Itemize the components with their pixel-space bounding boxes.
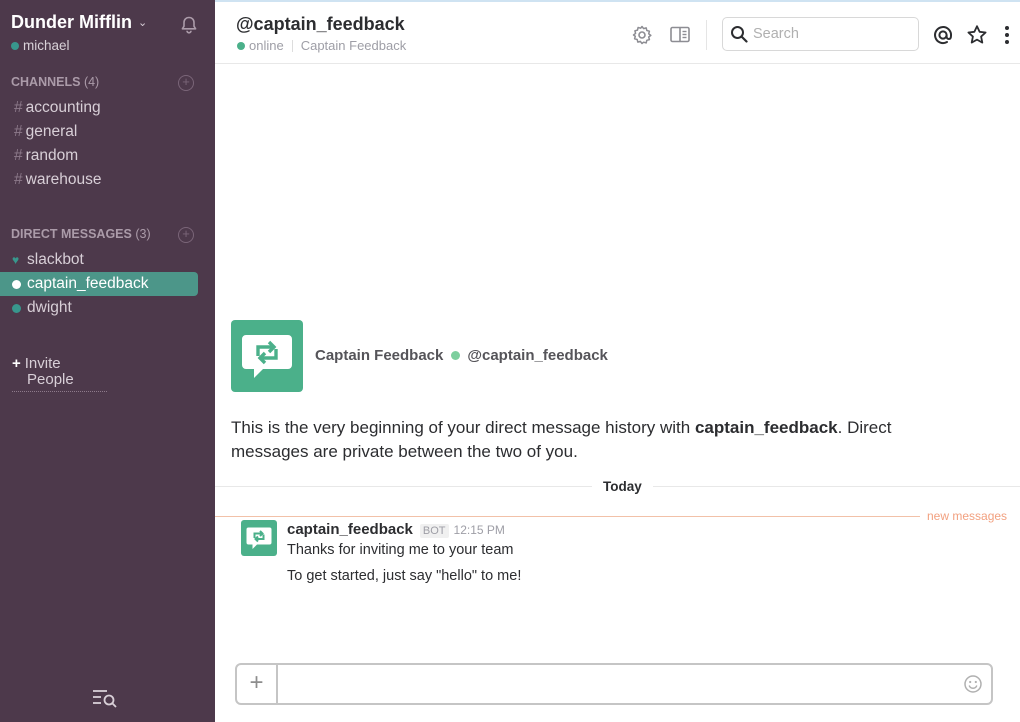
more-icon[interactable] xyxy=(998,24,1014,46)
channel-header: @captain_feedback online Captain Feedbac… xyxy=(215,0,1020,64)
presence-icon xyxy=(12,303,21,313)
invite-line1: Invite xyxy=(24,355,61,372)
direct-messages-header[interactable]: DIRECT MESSAGES (3) xyxy=(11,227,151,241)
intro-heading: Captain Feedback @captain_feedback xyxy=(315,347,608,364)
message-input[interactable] xyxy=(287,673,947,695)
dm-label: slackbot xyxy=(27,251,84,268)
sidebar-toggle-icon[interactable] xyxy=(669,24,691,46)
direct-messages-title[interactable]: DIRECT MESSAGES xyxy=(11,227,132,241)
header-divider xyxy=(706,20,707,50)
sidebar: Dunder Mifflin ⌄ michael CHANNELS (4) + … xyxy=(0,0,215,722)
hash-icon: # xyxy=(14,147,23,164)
handle[interactable]: @captain_feedback xyxy=(467,347,608,364)
hash-icon: # xyxy=(14,99,23,116)
new-messages-label: new messages xyxy=(927,509,1008,523)
add-dm-icon[interactable]: + xyxy=(178,227,194,243)
day-divider-label: Today xyxy=(592,479,653,494)
emoji-icon[interactable] xyxy=(963,674,983,694)
add-channel-icon[interactable]: + xyxy=(178,75,194,91)
direct-messages-count: (3) xyxy=(135,227,151,241)
quick-switcher-icon[interactable] xyxy=(92,687,118,709)
feedback-bot-icon xyxy=(242,335,292,378)
bell-icon[interactable] xyxy=(179,15,199,35)
channels-title[interactable]: CHANNELS xyxy=(11,75,80,89)
invite-line2: People xyxy=(27,371,74,388)
gear-icon[interactable] xyxy=(631,24,653,46)
user-name: michael xyxy=(23,38,70,53)
channel-label: general xyxy=(25,123,78,140)
dm-item-captain-feedback[interactable]: captain_feedback xyxy=(0,272,198,296)
search-box[interactable] xyxy=(722,17,919,51)
intro-text: This is the very beginning of your direc… xyxy=(231,416,931,464)
message-pane: Captain Feedback @captain_feedback This … xyxy=(215,65,1020,722)
bot-badge: BOT xyxy=(419,524,449,538)
channel-item-random[interactable]: # random xyxy=(14,144,78,168)
channel-meta: online Captain Feedback xyxy=(237,38,406,53)
hash-icon: # xyxy=(14,171,23,188)
divider xyxy=(291,39,293,52)
channel-item-accounting[interactable]: # accounting xyxy=(14,96,101,120)
feedback-bot-icon xyxy=(246,527,272,549)
display-name[interactable]: Captain Feedback xyxy=(315,347,443,364)
intro-text-before: This is the very beginning of your direc… xyxy=(231,418,695,437)
add-icon[interactable]: + xyxy=(237,665,278,703)
search-icon xyxy=(731,26,748,43)
message-header: captain_feedback BOT 12:15 PM xyxy=(287,521,505,538)
dm-label: dwight xyxy=(27,299,72,316)
message-line: Thanks for inviting me to your team xyxy=(287,542,514,558)
channel-label: accounting xyxy=(25,99,101,116)
presence-icon xyxy=(451,351,461,360)
channel-item-warehouse[interactable]: # warehouse xyxy=(14,168,101,192)
channel-label: random xyxy=(25,147,79,164)
plus-icon: + xyxy=(12,355,21,372)
channel-title[interactable]: @captain_feedback xyxy=(236,14,405,35)
dm-label: captain_feedback xyxy=(27,275,149,292)
dm-item-slackbot[interactable]: ♥ slackbot xyxy=(0,248,198,272)
dm-item-dwight[interactable]: dwight xyxy=(0,296,198,320)
search-input[interactable] xyxy=(753,26,903,42)
presence-icon xyxy=(237,41,245,50)
presence-icon xyxy=(12,279,21,289)
invite-people-link[interactable]: + Invite People xyxy=(12,356,107,392)
current-user[interactable]: michael xyxy=(11,38,70,53)
heart-icon: ♥ xyxy=(12,253,20,267)
channels-count: (4) xyxy=(83,75,100,89)
hash-icon: # xyxy=(14,123,23,140)
team-menu[interactable]: Dunder Mifflin ⌄ xyxy=(11,12,147,33)
presence-icon xyxy=(11,41,19,50)
bot-avatar[interactable] xyxy=(231,320,303,392)
status-text: online xyxy=(249,38,284,53)
team-name[interactable]: Dunder Mifflin xyxy=(11,12,132,33)
full-name: Captain Feedback xyxy=(300,38,407,53)
star-icon[interactable] xyxy=(966,24,988,46)
new-messages-line xyxy=(215,516,920,517)
message-composer: + xyxy=(235,663,993,705)
channel-item-general[interactable]: # general xyxy=(14,120,77,144)
chevron-down-icon[interactable]: ⌄ xyxy=(138,16,147,29)
mention-icon[interactable] xyxy=(932,24,954,46)
intro-text-bold: captain_feedback xyxy=(694,418,838,437)
channel-label: warehouse xyxy=(25,171,102,188)
message-line: To get started, just say "hello" to me! xyxy=(287,568,522,584)
message-author[interactable]: captain_feedback xyxy=(287,521,413,538)
channels-header[interactable]: CHANNELS (4) xyxy=(11,75,99,89)
message-timestamp[interactable]: 12:15 PM xyxy=(454,523,505,537)
message-avatar[interactable] xyxy=(241,520,277,556)
